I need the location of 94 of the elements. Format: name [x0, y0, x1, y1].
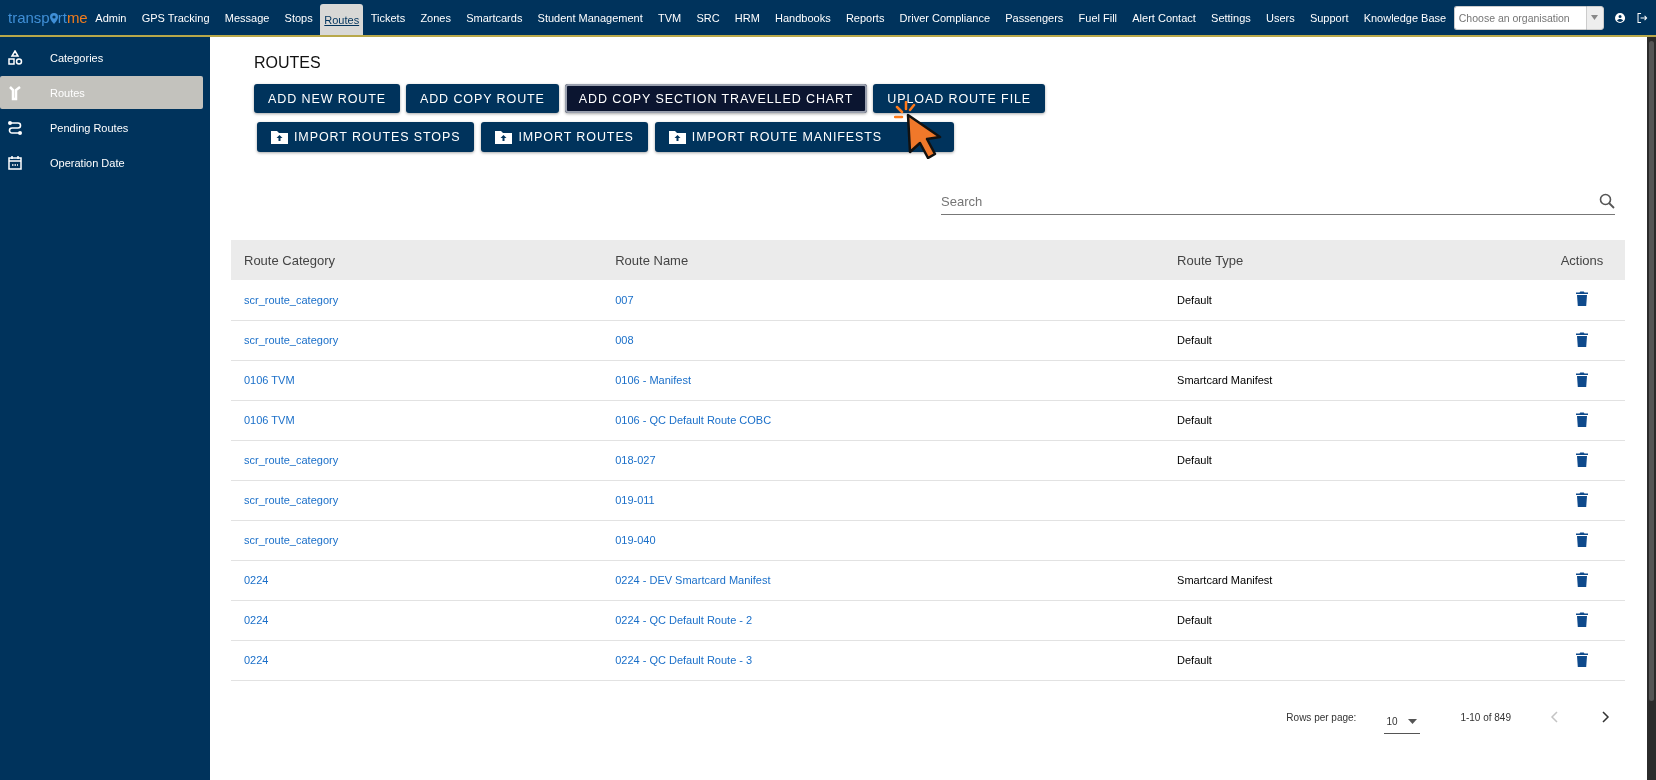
next-page-icon[interactable]	[1599, 710, 1611, 724]
delete-icon[interactable]	[1576, 611, 1588, 627]
column-header: Route Type	[1177, 252, 1244, 268]
import-button[interactable]: IMPORT ROUTE MANIFESTS	[654, 122, 955, 152]
nav-tab[interactable]: Passengers	[997, 0, 1071, 35]
shapes-icon	[7, 49, 23, 66]
action-button[interactable]: ADD COPY SECTION TRAVELLED CHART	[564, 84, 868, 113]
sidebar-item[interactable]: Categories	[0, 41, 203, 74]
nav-tab[interactable]: Zones	[412, 0, 459, 35]
page-range: 1-10 of 849	[1460, 711, 1511, 723]
action-button[interactable]: ADD NEW ROUTE	[254, 84, 400, 113]
nav-tab[interactable]: Users	[1258, 0, 1303, 35]
logo[interactable]: transp rtme	[8, 9, 88, 26]
route-type: Default	[1177, 654, 1212, 666]
nav-tab[interactable]: SRC	[688, 0, 728, 35]
route-link[interactable]: 0224 - DEV Smartcard Manifest	[615, 574, 771, 586]
column-header: Route Category	[244, 252, 336, 268]
nav-tab[interactable]: Settings	[1203, 0, 1259, 35]
route-link[interactable]: 019-011	[615, 494, 655, 506]
action-button[interactable]: UPLOAD ROUTE FILE	[873, 84, 1046, 113]
nav-tab[interactable]: Routes	[320, 4, 364, 35]
route-link[interactable]: 007	[615, 293, 634, 306]
category-link[interactable]: scr_route_category	[244, 494, 339, 506]
column-header: Actions	[1560, 252, 1604, 268]
delete-icon[interactable]	[1576, 291, 1588, 307]
sidebar-item[interactable]: Operation Date	[0, 146, 203, 179]
category-link[interactable]: scr_route_category	[244, 454, 339, 466]
route-link[interactable]: 0106 - QC Default Route COBC	[615, 414, 772, 426]
import-button[interactable]: IMPORT ROUTES STOPS	[257, 122, 475, 152]
route-type: Default	[1177, 414, 1212, 426]
page-title: ROUTES	[254, 54, 322, 72]
route-link[interactable]: 008	[615, 334, 634, 346]
nav-tab[interactable]: Handbooks	[767, 0, 839, 35]
delete-icon[interactable]	[1576, 451, 1588, 467]
nav-tab[interactable]: HRM	[727, 0, 768, 35]
delete-icon[interactable]	[1576, 491, 1588, 507]
nav-tab[interactable]: Admin	[87, 0, 135, 35]
delete-icon[interactable]	[1576, 371, 1588, 387]
nav-tab[interactable]: TVM	[650, 0, 689, 35]
sidebar-item[interactable]: Pending Routes	[0, 111, 203, 144]
folder-upload-icon	[271, 130, 288, 144]
folder-upload-icon	[495, 130, 513, 144]
search-icon[interactable]	[1599, 193, 1615, 209]
route-link[interactable]: 0224 - QC Default Route - 2	[615, 614, 753, 626]
search-field[interactable]: Search	[941, 193, 1599, 209]
category-link[interactable]: scr_route_category	[244, 293, 339, 306]
nav-tab[interactable]: Student Management	[530, 0, 651, 35]
route-link[interactable]: 0224 - QC Default Route - 3	[615, 654, 753, 666]
nav-tab[interactable]: Driver Compliance	[892, 0, 998, 35]
category-link[interactable]: 0224	[244, 574, 269, 586]
route-type: Default	[1177, 614, 1212, 626]
delete-icon[interactable]	[1576, 651, 1588, 667]
path-icon	[7, 119, 23, 136]
folder-upload-icon	[668, 130, 686, 144]
delete-icon[interactable]	[1576, 571, 1588, 587]
route-type: Default	[1177, 454, 1212, 466]
category-link[interactable]: 0224	[244, 614, 269, 626]
category-link[interactable]: scr_route_category	[244, 334, 339, 346]
nav-tab[interactable]: Smartcards	[458, 0, 530, 35]
nav-tab[interactable]: Alert Contact	[1124, 0, 1204, 35]
nav-tab[interactable]: Support	[1302, 0, 1357, 35]
rows-per-page-select[interactable]: 10	[1384, 710, 1421, 734]
scrollbar[interactable]	[1647, 37, 1656, 780]
column-header: Route Name	[615, 252, 689, 268]
import-button[interactable]: IMPORT ROUTES	[481, 122, 648, 152]
action-button[interactable]: ADD COPY ROUTE	[405, 84, 559, 113]
fork-icon	[7, 84, 23, 101]
nav-tab[interactable]: Fuel Fill	[1070, 0, 1125, 35]
organisation-select[interactable]: Choose an organisation	[1453, 5, 1586, 30]
route-link[interactable]: 0106 - Manifest	[615, 374, 691, 386]
nav-tab[interactable]: Reports	[838, 0, 892, 35]
delete-icon[interactable]	[1576, 331, 1588, 347]
delete-icon[interactable]	[1576, 531, 1588, 547]
route-type: Smartcard Manifest	[1177, 374, 1273, 386]
rows-per-page-label: Rows per page:	[1286, 711, 1357, 723]
nav-tab[interactable]: Message	[217, 0, 277, 35]
dropdown-button[interactable]	[1585, 5, 1604, 30]
route-type: Default	[1177, 334, 1212, 346]
nav-tab[interactable]: GPS Tracking	[134, 0, 218, 35]
nav-tab[interactable]: Stops	[276, 0, 321, 35]
category-link[interactable]: scr_route_category	[244, 534, 339, 546]
route-type: Default	[1177, 293, 1212, 306]
route-link[interactable]: 019-040	[615, 534, 656, 546]
caret-icon	[1407, 719, 1417, 724]
nav-tab[interactable]: Tickets	[363, 0, 413, 35]
delete-icon[interactable]	[1576, 411, 1588, 427]
category-link[interactable]: 0106 TVM	[244, 414, 295, 426]
nav-tab[interactable]: Knowledge Base	[1356, 0, 1454, 35]
calendar-icon	[7, 154, 23, 171]
category-link[interactable]: 0106 TVM	[244, 374, 295, 386]
route-link[interactable]: 018-027	[615, 454, 656, 466]
route-type: Smartcard Manifest	[1177, 574, 1273, 586]
category-link[interactable]: 0224	[244, 654, 269, 666]
caret-icon	[1591, 15, 1599, 20]
